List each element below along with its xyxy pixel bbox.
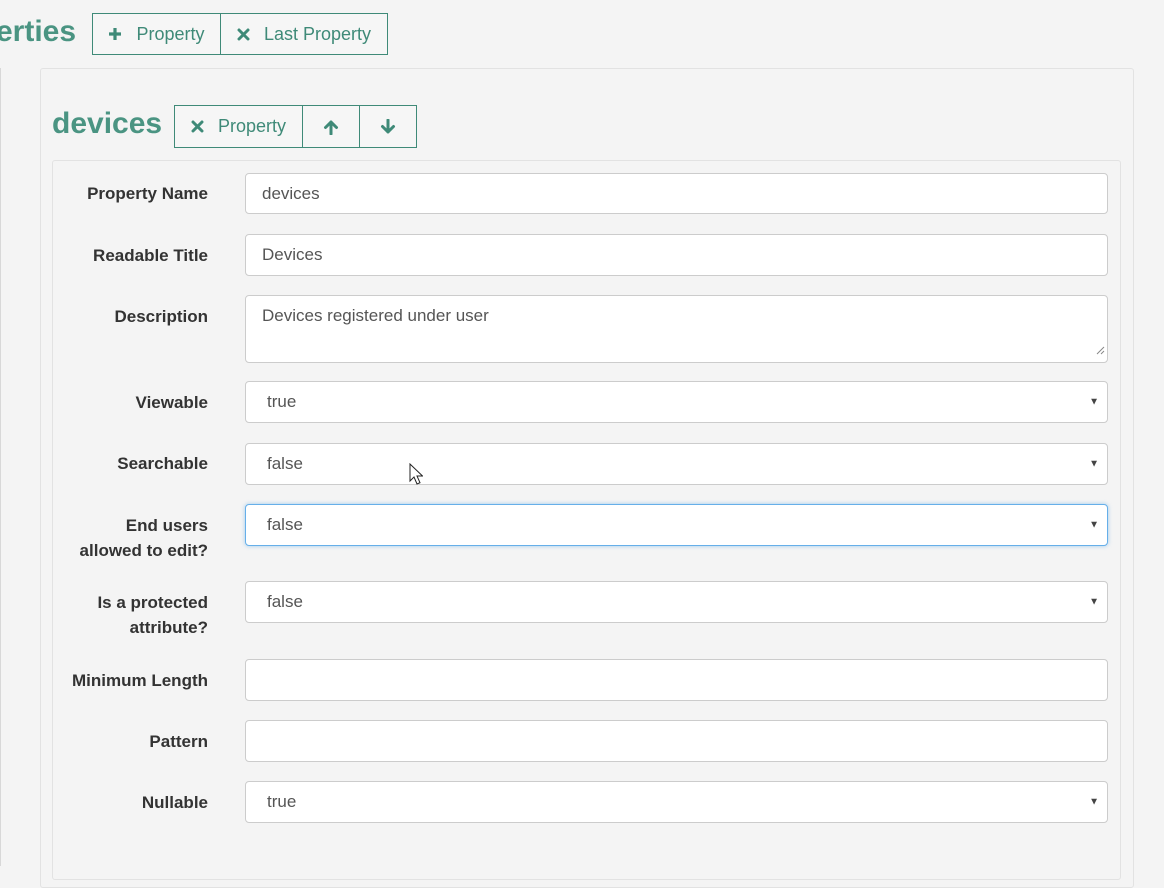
remove-property-button[interactable]: Property <box>174 105 303 148</box>
arrow-down-icon <box>380 118 396 135</box>
protected-attribute-value: false <box>267 592 303 611</box>
left-panel-edge <box>0 68 1 866</box>
plus-icon <box>108 27 122 41</box>
arrow-up-icon <box>323 119 339 135</box>
viewable-select[interactable]: true ▼ <box>245 381 1108 423</box>
x-icon <box>191 120 204 133</box>
end-users-edit-select[interactable]: false ▼ <box>245 504 1108 546</box>
searchable-select[interactable]: false ▼ <box>245 443 1108 485</box>
minimum-length-label: Minimum Length <box>72 671 208 690</box>
viewable-value: true <box>267 392 297 411</box>
chevron-down-icon: ▼ <box>1089 796 1099 808</box>
add-property-label: Property <box>136 23 205 44</box>
protected-attribute-select[interactable]: false ▼ <box>245 581 1108 623</box>
remove-last-property-button[interactable]: Last Property <box>220 13 388 55</box>
end-users-edit-label-line1: End users <box>125 516 208 535</box>
property-toolbar: Property <box>174 105 417 148</box>
description-label: Description <box>114 307 208 326</box>
protected-attribute-label: Is a protected attribute? <box>97 590 208 640</box>
readable-title-input[interactable]: Devices <box>245 234 1108 276</box>
x-icon <box>237 28 250 41</box>
move-up-button[interactable] <box>302 105 360 148</box>
property-name-value: devices <box>262 183 320 203</box>
nullable-value: true <box>267 792 297 811</box>
add-property-button[interactable]: Property <box>92 13 221 55</box>
minimum-length-input[interactable] <box>245 659 1108 701</box>
description-value: Devices registered under user <box>262 306 489 325</box>
nullable-select[interactable]: true ▼ <box>245 781 1108 823</box>
section-title: erties <box>0 15 77 48</box>
chevron-down-icon: ▼ <box>1089 458 1099 470</box>
pattern-input[interactable] <box>245 720 1108 762</box>
pattern-label: Pattern <box>149 732 208 751</box>
chevron-down-icon: ▼ <box>1089 596 1099 608</box>
end-users-edit-label: End users allowed to edit? <box>80 513 208 563</box>
properties-toolbar: Property Last Property <box>92 13 388 55</box>
end-users-edit-label-line2: allowed to edit? <box>79 541 208 560</box>
property-name-input[interactable]: devices <box>245 173 1108 214</box>
end-users-edit-value: false <box>267 515 303 534</box>
remove-property-label: Property <box>217 116 287 136</box>
readable-title-value: Devices <box>262 245 323 264</box>
chevron-down-icon: ▼ <box>1089 396 1099 408</box>
protected-attribute-label-line1: Is a protected <box>97 593 208 612</box>
searchable-label: Searchable <box>117 454 208 473</box>
protected-attribute-label-line2: attribute? <box>129 618 208 637</box>
viewable-label: Viewable <box>135 393 208 412</box>
mouse-cursor-icon <box>409 462 424 490</box>
remove-last-property-label: Last Property <box>263 23 372 44</box>
move-down-button[interactable] <box>359 105 417 148</box>
searchable-value: false <box>267 454 303 473</box>
nullable-label: Nullable <box>141 793 208 812</box>
description-textarea[interactable]: Devices registered under user <box>245 295 1108 363</box>
chevron-down-icon: ▼ <box>1089 519 1099 531</box>
resize-grip-icon[interactable] <box>1096 340 1105 360</box>
property-name-label: Property Name <box>87 184 208 203</box>
readable-title-label: Readable Title <box>93 246 208 265</box>
property-title: devices <box>52 107 163 140</box>
